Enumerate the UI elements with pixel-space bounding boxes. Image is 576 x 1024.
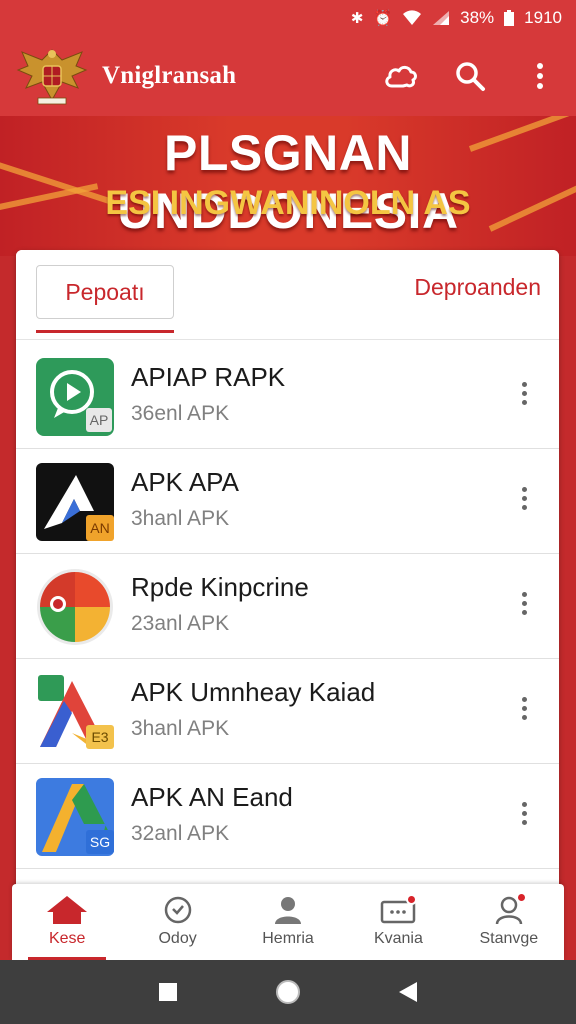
more-vert-icon[interactable] (519, 802, 529, 830)
list-item[interactable]: SG APK AN Eand 32anl APK (16, 764, 559, 869)
alarm-icon: ⏰ (373, 10, 393, 27)
list-item[interactable]: AP APIAP RAPK 36enl APK (16, 344, 559, 449)
app-size: 3hanl APK (131, 507, 230, 530)
garuda-emblem-logo (14, 44, 90, 108)
app-title: APIAP RAPK (131, 362, 286, 392)
battery-icon (504, 10, 515, 26)
status-bar: ✱ ⏰ 38% 1910 (0, 0, 576, 36)
app-size: 23anl APK (131, 612, 230, 635)
app-title: APK Umnheay Kaiad (131, 677, 376, 707)
app-bar: Vniglransah (0, 36, 576, 116)
list-item[interactable]: AN APK APA 3hanl APK (16, 449, 559, 554)
signal-icon (433, 11, 450, 25)
clock-time: 1910 (524, 8, 562, 27)
chrome-app-icon (36, 568, 114, 646)
nav-item-clock[interactable]: Odoy (122, 884, 232, 960)
hero-banner: PLSGNAN UNDDONESIA ESI INGWANINOLN AS (0, 116, 576, 256)
app-list-card: Pepoatı Deproanden AP APIAP RAPK 36enl A… (16, 250, 559, 890)
app-title: Rpde Kinpcrine (131, 572, 309, 602)
more-vert-icon[interactable] (519, 592, 529, 620)
list-item[interactable]: E3 APK Umnheay Kaiad 3hanl APK (16, 659, 559, 764)
nav-label: Odoy (158, 930, 197, 947)
home-button-icon[interactable] (274, 978, 302, 1006)
notification-badge (515, 892, 527, 903)
app-badge-label: AN (90, 520, 109, 536)
app-badge-label: AP (90, 412, 109, 428)
more-vert-icon[interactable] (519, 697, 529, 725)
app-badge-label: SG (90, 834, 110, 850)
tab-downloads[interactable]: Deproanden (414, 274, 541, 301)
whatsapp-app-icon: AP (36, 358, 114, 436)
more-vert-icon[interactable] (519, 487, 529, 515)
drive-app-icon: SG (36, 778, 114, 856)
cloud-icon[interactable] (382, 58, 418, 94)
nav-item-inbox[interactable]: Kvania (343, 884, 453, 960)
app-title: APK AN Eand (131, 782, 293, 812)
app-title: APK APA (131, 467, 239, 497)
bluetooth-icon: ✱ (350, 10, 364, 27)
app-bar-actions (382, 36, 558, 116)
nav-label: Stanvge (479, 930, 539, 947)
more-vert-icon[interactable] (522, 58, 558, 94)
tab-indicator (36, 330, 174, 333)
recents-icon[interactable] (157, 981, 179, 1003)
app-size: 32anl APK (131, 822, 230, 845)
clock-icon (164, 896, 191, 924)
triangle-app-icon: E3 (36, 673, 114, 751)
person-icon (275, 897, 302, 924)
tab-bar: Pepoatı Deproanden (16, 250, 559, 340)
nav-label: Hemria (262, 930, 314, 947)
nav-label: Kvania (373, 930, 423, 947)
list-item[interactable]: Rpde Kinpcrine 23anl APK (16, 554, 559, 659)
more-vert-icon[interactable] (519, 382, 529, 410)
nav-item-home[interactable]: Kese (12, 884, 122, 960)
search-icon[interactable] (452, 58, 488, 94)
app-list: AP APIAP RAPK 36enl APK AN APK APA 3hanl… (16, 344, 559, 869)
app-size: 3hanl APK (131, 717, 230, 740)
hero-subtitle: ESI INGWANINOLN AS (105, 184, 471, 222)
bottom-navigation: Kese Odoy Hemria Kvania Stanvge (12, 884, 564, 960)
nav-label: Kese (48, 930, 86, 947)
system-navigation-bar (0, 960, 576, 1024)
battery-percent: 38% (460, 8, 495, 27)
app-badge-label: E3 (91, 729, 108, 745)
nav-item-profile[interactable]: Stanvge (454, 884, 564, 960)
back-icon[interactable] (397, 980, 419, 1004)
wifi-icon (403, 10, 422, 25)
apk-a-app-icon: AN (36, 463, 114, 541)
tab-popular[interactable]: Pepoatı (36, 265, 174, 319)
app-title: Vniglransah (102, 62, 237, 89)
home-icon (47, 896, 88, 924)
nav-item-person[interactable]: Hemria (233, 884, 343, 960)
app-size: 36enl APK (131, 402, 230, 425)
